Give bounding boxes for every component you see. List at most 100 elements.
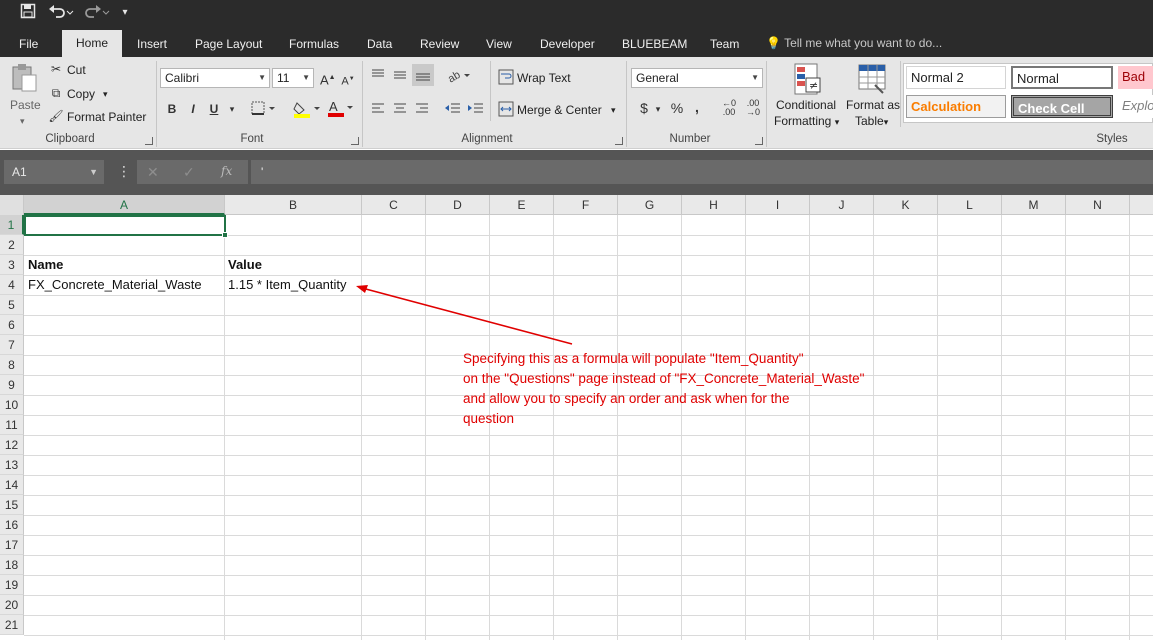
clipboard-launcher-icon[interactable]	[145, 137, 153, 145]
style-bad[interactable]: Bad	[1118, 66, 1153, 89]
tab-formulas[interactable]: Formulas	[285, 33, 343, 57]
style-normal[interactable]: Normal	[1011, 66, 1113, 89]
orientation-icon[interactable]: ab	[446, 67, 472, 87]
enter-icon[interactable]: ✓	[183, 164, 195, 181]
borders-icon[interactable]	[250, 100, 278, 120]
more-options-icon[interactable]: ⋮	[117, 163, 131, 179]
number-format-combo[interactable]: General ▼	[631, 68, 763, 88]
paste-icon[interactable]	[10, 63, 38, 93]
conditional-formatting-label[interactable]: Conditional	[776, 97, 836, 113]
svg-text:ab: ab	[446, 69, 463, 83]
conditional-formatting-icon[interactable]: ≠	[791, 61, 823, 97]
wrap-text-button[interactable]: Wrap Text	[517, 70, 571, 86]
style-calculation[interactable]: Calculation	[906, 95, 1006, 118]
increase-indent-icon[interactable]	[467, 101, 485, 121]
format-painter-button[interactable]: Format Painter	[67, 109, 146, 125]
format-as-table-label[interactable]: Format as	[846, 97, 900, 113]
formula-input[interactable]: '	[251, 160, 1153, 184]
font-launcher-icon[interactable]	[351, 137, 359, 145]
align-middle-icon[interactable]	[392, 67, 408, 87]
underline-dropdown-icon[interactable]: ▾	[228, 101, 236, 117]
undo-icon[interactable]	[46, 3, 76, 23]
italic-button[interactable]: I	[186, 101, 200, 117]
conditional-formatting-label-2[interactable]: Formatting ▾	[774, 113, 839, 130]
svg-text:≠: ≠	[809, 79, 818, 92]
style-explanatory[interactable]: Explo	[1118, 95, 1153, 118]
formula-buttons: ✕ ✓ fx	[137, 160, 248, 184]
chevron-down-icon: ▾	[883, 117, 889, 127]
style-normal-2[interactable]: Normal 2	[906, 66, 1006, 89]
bold-button[interactable]: B	[165, 101, 179, 117]
annotation-note: Specifying this as a formula will popula…	[463, 349, 933, 429]
wrap-text-icon[interactable]	[498, 69, 514, 89]
paste-dropdown-icon[interactable]: ▾	[20, 113, 25, 129]
annotation-line: on the "Questions" page instead of "FX_C…	[463, 371, 865, 386]
percent-button[interactable]: %	[670, 100, 684, 116]
tab-bluebeam[interactable]: BLUEBEAM	[618, 33, 691, 57]
alignment-group-label: Alignment	[461, 133, 513, 145]
font-size-combo[interactable]: 11 ▼	[272, 68, 314, 88]
decrease-font-icon[interactable]: A▼	[341, 71, 355, 90]
tab-review[interactable]: Review	[416, 33, 463, 57]
spreadsheet-grid[interactable]: A B C D E F G H I J K L M N 1 2 3 4 5 6 …	[0, 195, 1153, 640]
copy-button[interactable]: Copy	[67, 86, 95, 102]
tab-team[interactable]: Team	[706, 33, 743, 57]
decrease-indent-icon[interactable]	[444, 101, 462, 121]
merge-center-button[interactable]: Merge & Center	[517, 102, 602, 118]
merge-dropdown-icon[interactable]: ▾	[611, 102, 616, 118]
cut-button[interactable]: Cut	[67, 62, 86, 78]
increase-font-icon[interactable]: A▲	[320, 70, 336, 88]
font-color-icon[interactable]: A	[326, 99, 354, 121]
align-right-icon[interactable]	[414, 101, 430, 121]
align-top-icon[interactable]	[370, 67, 386, 87]
tab-data[interactable]: Data	[363, 33, 396, 57]
tab-file[interactable]: File	[15, 33, 42, 57]
tab-page-layout[interactable]: Page Layout	[191, 33, 266, 57]
annotation-line: and allow you to specify an order and as…	[463, 391, 790, 406]
cancel-icon[interactable]: ✕	[147, 164, 159, 181]
font-group-label: Font	[240, 133, 264, 145]
format-as-table-icon[interactable]	[857, 61, 889, 97]
number-format-value: General	[636, 71, 679, 85]
customize-qat-icon[interactable]: ▾	[118, 3, 132, 23]
fill-color-icon[interactable]	[292, 100, 322, 122]
currency-button[interactable]: $	[638, 100, 650, 116]
format-as-table-label-2[interactable]: Table▾	[855, 113, 888, 130]
align-center-icon[interactable]	[392, 101, 408, 121]
font-family-combo[interactable]: Calibri ▼	[160, 68, 270, 88]
format-as-table-text: Table	[855, 114, 884, 128]
chevron-down-icon: ▼	[89, 167, 98, 177]
tab-insert[interactable]: Insert	[133, 33, 171, 57]
scissors-icon[interactable]: ✂	[48, 61, 64, 77]
tab-developer[interactable]: Developer	[536, 33, 599, 57]
insert-function-icon[interactable]: fx	[221, 164, 232, 178]
name-box[interactable]: A1 ▼	[4, 160, 104, 184]
save-icon[interactable]	[18, 3, 38, 23]
merge-center-icon[interactable]	[498, 101, 514, 121]
align-bottom-icon[interactable]	[412, 64, 434, 86]
name-box-value: A1	[12, 165, 27, 179]
clipboard-group-label: Clipboard	[45, 133, 95, 145]
copy-icon[interactable]: ⧉	[48, 85, 64, 101]
copy-dropdown-icon[interactable]: ▾	[103, 86, 108, 102]
annotation-line: Specifying this as a formula will popula…	[463, 351, 804, 366]
increase-decimal-icon[interactable]: ←0.00	[720, 99, 738, 117]
separator	[490, 61, 491, 121]
format-painter-icon[interactable]: 🖌	[48, 108, 64, 124]
decrease-decimal-icon[interactable]: .00 →0	[744, 99, 762, 117]
font-size-value: 11	[277, 71, 290, 85]
style-check-cell[interactable]: Check Cell	[1011, 95, 1113, 118]
comma-button[interactable]: ,	[692, 99, 702, 115]
quick-access-toolbar: ▾	[0, 0, 1153, 26]
alignment-launcher-icon[interactable]	[615, 137, 623, 145]
number-launcher-icon[interactable]	[755, 137, 763, 145]
currency-dropdown-icon[interactable]: ▾	[654, 101, 662, 117]
paste-label[interactable]: Paste	[10, 97, 41, 113]
tell-me-search[interactable]: 💡 Tell me what you want to do...	[766, 36, 942, 50]
tab-view[interactable]: View	[482, 33, 516, 57]
separator	[766, 61, 767, 147]
redo-icon[interactable]	[82, 3, 112, 23]
align-left-icon[interactable]	[370, 101, 386, 121]
tab-home[interactable]: Home	[62, 30, 123, 57]
underline-button[interactable]: U	[207, 101, 221, 117]
